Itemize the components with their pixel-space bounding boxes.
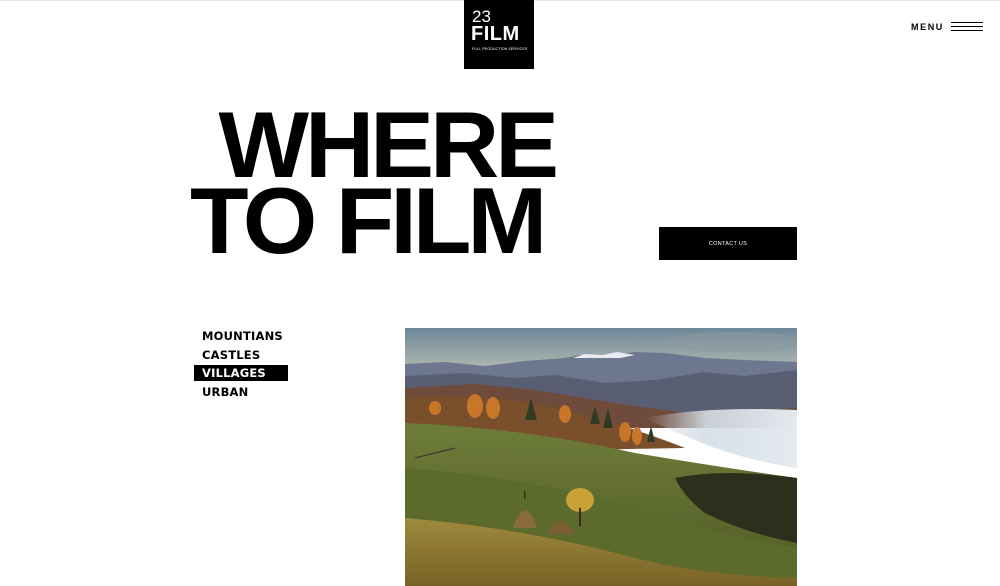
logo-word: FILM xyxy=(471,23,520,45)
contact-us-button[interactable]: CONTACT US xyxy=(659,227,797,260)
location-category-list: MOUNTIANS CASTLES VILLAGES URBAN xyxy=(194,328,288,403)
category-castles[interactable]: CASTLES xyxy=(194,347,288,363)
page-title: WHERE TO FILM xyxy=(190,98,559,273)
logo-tagline: FULL PRODUCTION SERVICES xyxy=(472,47,528,51)
brand-logo[interactable]: 23 FILM FULL PRODUCTION SERVICES xyxy=(464,0,534,69)
category-urban[interactable]: URBAN xyxy=(194,384,288,400)
page-title-line-2: TO FILM xyxy=(190,168,547,273)
category-villages[interactable]: VILLAGES xyxy=(194,365,288,382)
hamburger-icon xyxy=(950,21,983,32)
location-photo xyxy=(405,328,797,586)
menu-label: MENU xyxy=(911,21,944,32)
menu-button[interactable]: MENU xyxy=(911,21,983,32)
category-mountains[interactable]: MOUNTIANS xyxy=(194,328,288,344)
